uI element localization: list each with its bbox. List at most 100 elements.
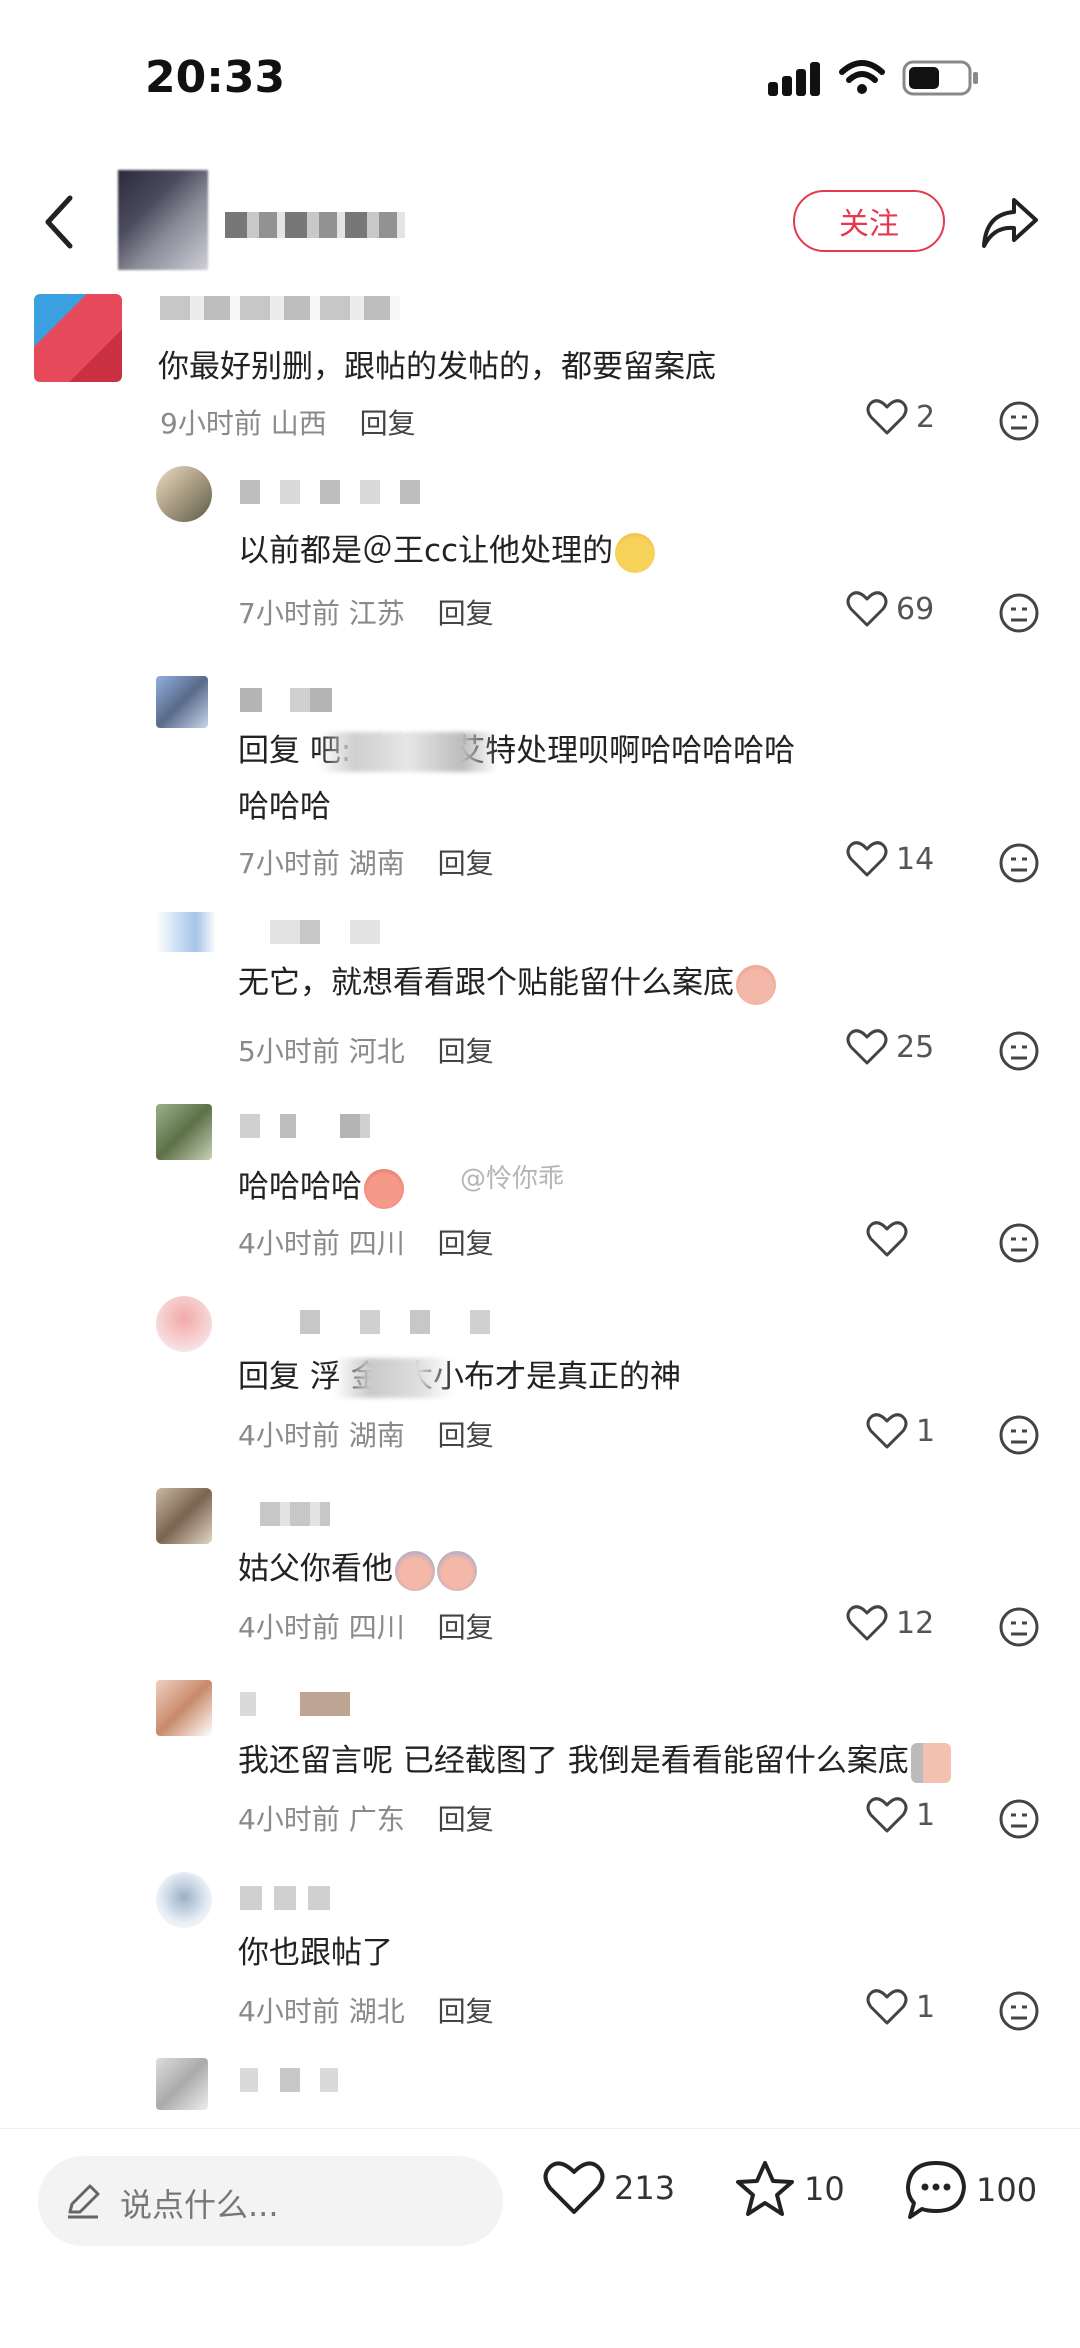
comment-time: 5小时前 xyxy=(238,1035,340,1068)
commenter-name-blurred[interactable] xyxy=(240,1114,370,1138)
author-name-blurred[interactable] xyxy=(225,212,405,238)
commenter-avatar[interactable] xyxy=(34,294,122,382)
reply-button[interactable]: 回复 xyxy=(438,597,494,630)
comment-text: 姑父你看他 xyxy=(238,1542,477,1596)
like-button[interactable]: 69 xyxy=(846,590,934,628)
comment-region: 四川 xyxy=(348,1611,405,1644)
dislike-icon[interactable] xyxy=(998,1030,1040,1072)
dislike-icon[interactable] xyxy=(998,400,1040,442)
like-button[interactable]: 14 xyxy=(846,840,934,878)
commenter-avatar[interactable] xyxy=(156,1104,212,1160)
comment-time: 4小时前 xyxy=(238,1995,340,2028)
comment-time: 7小时前 xyxy=(238,597,340,630)
author-avatar[interactable] xyxy=(118,170,208,270)
mention-blurred xyxy=(318,732,498,772)
dislike-icon[interactable] xyxy=(998,1798,1040,1840)
reply-button[interactable]: 回复 xyxy=(438,1227,494,1260)
pencil-icon xyxy=(68,2184,100,2219)
comment-meta: 4小时前 广东 回复 xyxy=(238,1798,494,1838)
like-count: 25 xyxy=(896,1029,935,1065)
clock: 20:33 xyxy=(145,52,286,103)
like-button[interactable]: 1 xyxy=(866,1412,935,1450)
commenter-name-blurred[interactable] xyxy=(300,1310,500,1334)
post-like-count: 213 xyxy=(614,2169,676,2207)
commenter-avatar[interactable] xyxy=(156,912,216,952)
like-button[interactable]: 25 xyxy=(846,1028,934,1066)
dislike-icon[interactable] xyxy=(998,1222,1040,1264)
comment-region: 广东 xyxy=(348,1803,405,1836)
like-button[interactable]: 2 xyxy=(866,398,935,436)
like-post-button[interactable]: 213 xyxy=(542,2159,675,2217)
commenter-name-blurred[interactable] xyxy=(160,296,400,320)
comment-text: 你也跟帖了 xyxy=(238,1935,393,1971)
commenter-avatar[interactable] xyxy=(156,1680,212,1736)
dislike-icon[interactable] xyxy=(998,842,1040,884)
back-icon[interactable] xyxy=(40,192,80,252)
dislike-icon[interactable] xyxy=(998,592,1040,634)
post-header: 关注 xyxy=(0,170,1080,280)
comment-meta: 4小时前 四川 回复 xyxy=(238,1222,494,1262)
heart-icon xyxy=(866,1413,908,1449)
heart-icon xyxy=(846,1029,888,1065)
commenter-name-blurred[interactable] xyxy=(240,480,430,504)
follow-button[interactable]: 关注 xyxy=(793,190,945,252)
comment-input[interactable]: 说点什么... xyxy=(38,2156,503,2246)
like-button[interactable]: 1 xyxy=(866,1796,935,1834)
star-icon xyxy=(736,2161,794,2216)
comment-meta: 9小时前 山西 回复 xyxy=(160,402,416,442)
commenter-avatar[interactable] xyxy=(156,1872,212,1928)
share-icon[interactable] xyxy=(980,194,1040,250)
comment-region: 山西 xyxy=(270,407,327,440)
thumbs-up-emoji-icon xyxy=(364,1168,404,1209)
reply-button[interactable]: 回复 xyxy=(438,1419,494,1452)
comment-text: 无它，就想看看跟个贴能留什么案底 xyxy=(238,956,776,1010)
commenter-avatar[interactable] xyxy=(156,466,212,522)
comment-post-button[interactable]: 100 xyxy=(904,2159,1037,2221)
dislike-icon[interactable] xyxy=(998,1990,1040,2032)
like-button[interactable]: 12 xyxy=(846,1604,934,1642)
comment-meta: 4小时前 四川 回复 xyxy=(238,1606,494,1646)
comment-region: 湖南 xyxy=(348,847,405,880)
mention-blurred xyxy=(334,1358,454,1398)
comment-text-body: 哈哈哈哈 xyxy=(238,1169,362,1205)
commenter-name-blurred[interactable] xyxy=(240,1886,330,1910)
commenter-avatar[interactable] xyxy=(156,1488,212,1544)
commenter-name-blurred[interactable] xyxy=(240,1692,350,1716)
comment-region: 四川 xyxy=(348,1227,405,1260)
commenter-name-blurred[interactable] xyxy=(240,2068,360,2092)
reply-button[interactable]: 回复 xyxy=(438,1803,494,1836)
heart-icon xyxy=(543,2161,605,2214)
comment-meta: 5小时前 河北 回复 xyxy=(238,1030,494,1070)
heart-icon xyxy=(846,841,888,877)
reply-button[interactable]: 回复 xyxy=(438,1035,494,1068)
commenter-name-blurred[interactable] xyxy=(240,920,380,944)
commenter-avatar[interactable] xyxy=(156,1296,212,1352)
crying-emoji-icon xyxy=(437,1550,477,1591)
dislike-icon[interactable] xyxy=(998,1414,1040,1456)
like-button[interactable]: 1 xyxy=(866,1988,935,2026)
comment-meta: 4小时前 湖北 回复 xyxy=(238,1990,494,2030)
dislike-icon[interactable] xyxy=(998,1606,1040,1648)
like-count: 69 xyxy=(896,591,935,627)
heart-icon xyxy=(866,1797,908,1833)
comment-meta: 7小时前 湖南 回复 xyxy=(238,842,494,882)
commenter-name-blurred[interactable] xyxy=(240,688,350,712)
commenter-avatar[interactable] xyxy=(156,2058,208,2110)
like-count: 1 xyxy=(916,1797,936,1833)
reply-button[interactable]: 回复 xyxy=(438,1611,494,1644)
bottom-action-bar: 说点什么... 213 10 100 xyxy=(0,2128,1080,2348)
heart-icon xyxy=(866,1221,908,1257)
reply-button[interactable]: 回复 xyxy=(438,1995,494,2028)
like-count: 1 xyxy=(916,1989,936,2025)
comment-time: 4小时前 xyxy=(238,1227,340,1260)
commenter-name-blurred[interactable] xyxy=(260,1502,330,1526)
like-button[interactable] xyxy=(866,1220,916,1258)
commenter-avatar[interactable] xyxy=(156,676,208,728)
comment-text: 回复 浮 金: 大小布才是真正的神 xyxy=(238,1359,682,1395)
reply-button[interactable]: 回复 xyxy=(360,407,416,440)
comment-time: 7小时前 xyxy=(238,847,340,880)
post-comment-count: 100 xyxy=(976,2171,1038,2209)
reply-button[interactable]: 回复 xyxy=(438,847,494,880)
collect-post-button[interactable]: 10 xyxy=(734,2159,845,2219)
comment-region: 江苏 xyxy=(348,597,405,630)
